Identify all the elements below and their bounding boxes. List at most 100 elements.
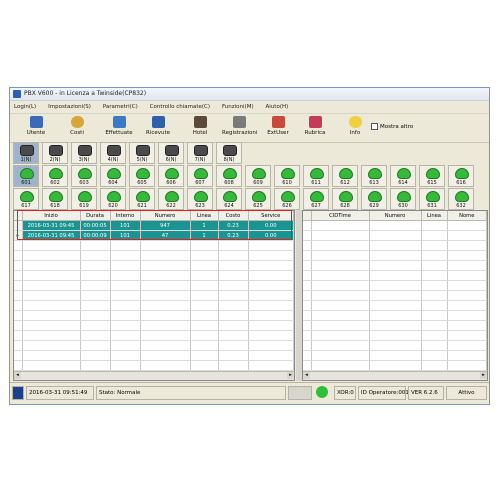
phone-icon (310, 168, 324, 179)
registrazioni-button[interactable]: Registrazioni (222, 116, 257, 136)
user-icon (29, 116, 43, 128)
extension-616[interactable]: 616 (448, 165, 474, 187)
phone-icon (165, 145, 179, 156)
extension-629[interactable]: 629 (361, 188, 387, 210)
line-8[interactable]: 8(N) (216, 142, 242, 164)
selection-highlight-box (17, 210, 292, 240)
extension-618[interactable]: 618 (42, 188, 68, 210)
extension-630[interactable]: 630 (390, 188, 416, 210)
col-cid-linea[interactable]: Linea (421, 211, 448, 221)
horizontal-scrollbar[interactable]: ◂ ▸ (303, 371, 487, 380)
mostra-altro-checkbox[interactable]: Mostra altro (371, 123, 413, 130)
extension-620[interactable]: 620 (100, 188, 126, 210)
hotel-button[interactable]: Hotel (183, 116, 217, 136)
scroll-left-icon[interactable]: ◂ (303, 372, 310, 379)
menu-impostazioni[interactable]: Impostazioni(S) (48, 102, 91, 112)
table-row (14, 240, 294, 251)
menu-controllo-chiamate[interactable]: Controllo chiamate(C) (150, 102, 210, 112)
incoming-call-icon (151, 116, 165, 128)
extension-617[interactable]: 617 (13, 188, 39, 210)
extension-626[interactable]: 626 (274, 188, 300, 210)
phone-icon (426, 191, 440, 202)
rubrica-button[interactable]: Rubrica (298, 116, 332, 136)
horizontal-scrollbar[interactable]: ◂ ▸ (14, 371, 294, 380)
col-nome[interactable]: Nome (447, 211, 487, 221)
phone-icon (339, 168, 353, 179)
extension-624[interactable]: 624 (216, 188, 242, 210)
menu-login[interactable]: Login(L) (14, 102, 36, 112)
utente-button[interactable]: Utente (19, 116, 53, 136)
extension-606[interactable]: 606 (158, 165, 184, 187)
table-row (14, 310, 294, 321)
phone-icon (281, 191, 295, 202)
cid-header-row: CIDTime Numero Linea Nome (303, 211, 487, 221)
line-5[interactable]: 5(N) (129, 142, 155, 164)
extension-604[interactable]: 604 (100, 165, 126, 187)
extension-613[interactable]: 613 (361, 165, 387, 187)
smiley-status-icon (314, 386, 332, 400)
menu-parametri[interactable]: Parametri(C) (103, 102, 138, 112)
scroll-right-icon[interactable]: ▸ (480, 372, 487, 379)
line-3[interactable]: 3(N) (71, 142, 97, 164)
extension-622[interactable]: 622 (158, 188, 184, 210)
info-bulb-icon (348, 116, 362, 128)
line-7[interactable]: 7(N) (187, 142, 213, 164)
extension-621[interactable]: 621 (129, 188, 155, 210)
costi-button[interactable]: Costi (60, 116, 94, 136)
line-2[interactable]: 2(N) (42, 142, 68, 164)
extension-619[interactable]: 619 (71, 188, 97, 210)
line-6[interactable]: 6(N) (158, 142, 184, 164)
hardware-device-icon (288, 386, 312, 400)
checkbox-box[interactable] (371, 123, 378, 130)
col-cidtime[interactable]: CIDTime (311, 211, 370, 221)
extension-631[interactable]: 631 (419, 188, 445, 210)
line-4[interactable]: 4(N) (100, 142, 126, 164)
line-1[interactable]: 1(N) (13, 142, 39, 164)
phone-icon (281, 168, 295, 179)
extension-603[interactable]: 603 (71, 165, 97, 187)
extension-615[interactable]: 615 (419, 165, 445, 187)
extension-611[interactable]: 611 (303, 165, 329, 187)
col-cid-numero[interactable]: Numero (369, 211, 422, 221)
table-row (14, 280, 294, 291)
extension-601[interactable]: 601 (13, 165, 39, 187)
phone-icon (20, 168, 34, 179)
extension-614[interactable]: 614 (390, 165, 416, 187)
scroll-right-icon[interactable]: ▸ (287, 372, 294, 379)
extension-612[interactable]: 612 (332, 165, 358, 187)
menu-funzioni[interactable]: Funzioni(M) (222, 102, 254, 112)
effettuate-button[interactable]: Effettuate (102, 116, 136, 136)
menu-bar: Login(L) Impostazioni(S) Parametri(C) Co… (10, 102, 489, 112)
extension-628[interactable]: 628 (332, 188, 358, 210)
ricevute-button[interactable]: Ricevute (141, 116, 175, 136)
list-item (303, 290, 487, 301)
phone-icon (310, 191, 324, 202)
extension-607[interactable]: 607 (187, 165, 213, 187)
menu-aiuto[interactable]: Aiuto(H) (266, 102, 289, 112)
list-item (303, 260, 487, 271)
extension-608[interactable]: 608 (216, 165, 242, 187)
list-item (303, 220, 487, 231)
extension-609[interactable]: 609 (245, 165, 271, 187)
extuser-button[interactable]: ExtUser (261, 116, 295, 136)
table-row (14, 300, 294, 311)
extension-610[interactable]: 610 (274, 165, 300, 187)
list-item (303, 350, 487, 361)
extension-605[interactable]: 605 (129, 165, 155, 187)
title-bar: PBX V600 - in Licenza a Twinside(CP832) (10, 88, 489, 101)
phone-icon (49, 168, 63, 179)
table-row (14, 350, 294, 361)
phone-icon (165, 168, 179, 179)
status-version: VER 6.2.6 (408, 386, 444, 400)
extension-627[interactable]: 627 (303, 188, 329, 210)
phone-icon (107, 145, 121, 156)
extension-623[interactable]: 623 (187, 188, 213, 210)
phone-icon (78, 145, 92, 156)
extension-625[interactable]: 625 (245, 188, 271, 210)
phone-icon (194, 145, 208, 156)
info-button[interactable]: Info (338, 116, 372, 136)
extension-632[interactable]: 632 (448, 188, 474, 210)
scroll-left-icon[interactable]: ◂ (14, 372, 21, 379)
phone-icon (455, 191, 469, 202)
extension-602[interactable]: 602 (42, 165, 68, 187)
